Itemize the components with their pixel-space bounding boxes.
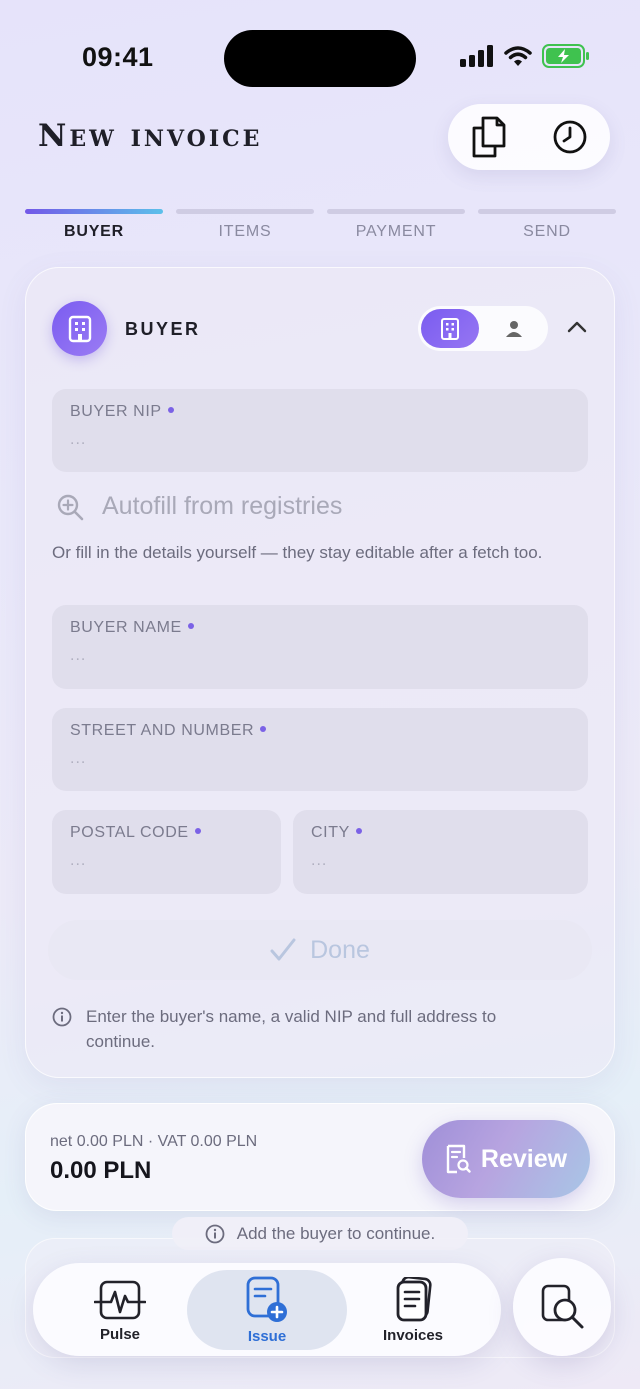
field-label: POSTAL CODE: [70, 824, 201, 842]
totals-breakdown: net 0.00 PLN · VAT 0.00 PLN: [50, 1133, 258, 1150]
city-field[interactable]: CITY ...: [293, 810, 588, 894]
street-field[interactable]: STREET AND NUMBER ...: [52, 708, 588, 791]
helper-text: Or fill in the details yourself — they s…: [52, 543, 543, 562]
required-dot: [167, 407, 174, 413]
step-bar: [176, 209, 314, 214]
history-button[interactable]: [545, 112, 595, 162]
header-actions: [448, 104, 610, 170]
tab-label: Issue: [247, 1327, 287, 1345]
buyer-badge: [52, 301, 107, 356]
step-label: BUYER: [63, 223, 124, 240]
step-send[interactable]: SEND: [478, 209, 616, 241]
company-option[interactable]: [421, 309, 479, 348]
search-button[interactable]: [513, 1258, 611, 1356]
check-icon: [270, 938, 296, 961]
step-label: SEND: [523, 223, 571, 240]
search-document-icon: [541, 1284, 584, 1329]
battery-icon: [542, 44, 589, 68]
required-dot: [355, 828, 362, 834]
step-bar: [478, 209, 616, 214]
tab-label: Pulse: [99, 1325, 141, 1343]
pulse-icon: [94, 1280, 146, 1319]
done-label: Done: [310, 935, 370, 964]
autofill-label: Autofill from registries: [102, 492, 343, 520]
step-payment[interactable]: PAYMENT: [327, 209, 465, 241]
totals-amount: 0.00 PLN: [50, 1157, 152, 1184]
step-buyer[interactable]: BUYER: [25, 209, 163, 241]
required-dot: [194, 828, 201, 834]
required-dot: [260, 726, 267, 732]
card-title: BUYER: [125, 319, 201, 339]
duplicate-button[interactable]: [464, 112, 514, 162]
status-icons: [460, 44, 590, 68]
required-dot: [187, 623, 194, 629]
document-plus-icon: [246, 1276, 287, 1322]
field-label: BUYER NIP: [70, 403, 174, 421]
field-placeholder: ...: [70, 852, 87, 869]
buyer-name-field[interactable]: BUYER NAME ...: [52, 605, 588, 689]
field-placeholder: ...: [70, 750, 87, 767]
tab-pulse[interactable]: Pulse: [45, 1270, 195, 1350]
step-bar: [327, 209, 465, 214]
receipt-search-icon: [446, 1144, 471, 1174]
person-option[interactable]: [485, 309, 543, 348]
tab-issue[interactable]: Issue: [187, 1270, 347, 1350]
field-placeholder: ...: [70, 431, 87, 448]
autofill-button[interactable]: Autofill from registries: [56, 492, 342, 521]
info-icon: [205, 1224, 225, 1243]
documents-icon: [396, 1276, 432, 1321]
field-placeholder: ...: [311, 852, 328, 869]
continue-hint: Add the buyer to continue.: [172, 1217, 468, 1250]
field-label: BUYER NAME: [70, 619, 194, 637]
dynamic-island: [224, 30, 416, 87]
search-plus-icon: [57, 494, 84, 520]
wifi-icon: [504, 46, 532, 66]
hint-text: Add the buyer to continue.: [236, 1223, 436, 1243]
field-label: CITY: [311, 824, 362, 842]
validation-info: Enter the buyer's name, a valid NIP and …: [52, 1004, 562, 1054]
done-button[interactable]: Done: [48, 920, 592, 980]
info-text: Enter the buyer's name, a valid NIP and …: [86, 1007, 497, 1051]
collapse-button[interactable]: [566, 318, 588, 341]
clock-icon: [553, 120, 586, 154]
chevron-up-icon: [567, 321, 587, 333]
person-icon: [506, 320, 522, 337]
field-placeholder: ...: [70, 647, 87, 664]
step-label: ITEMS: [218, 223, 272, 240]
page-title: New invoice: [38, 118, 263, 154]
signal-icon: [460, 45, 493, 67]
step-label: PAYMENT: [355, 223, 437, 240]
status-time: 09:41: [82, 42, 154, 72]
step-bar: [25, 209, 163, 214]
buyer-nip-field[interactable]: BUYER NIP ...: [52, 389, 588, 472]
copy-icon: [472, 116, 505, 158]
review-label: Review: [480, 1144, 568, 1173]
step-items[interactable]: ITEMS: [176, 209, 314, 241]
review-button[interactable]: Review: [422, 1120, 590, 1198]
building-icon: [441, 317, 459, 340]
tab-label: Invoices: [382, 1326, 444, 1344]
buyer-type-toggle: [418, 306, 548, 351]
field-label: STREET AND NUMBER: [70, 722, 267, 740]
postal-code-field[interactable]: POSTAL CODE ...: [52, 810, 281, 894]
building-icon: [68, 315, 91, 342]
info-icon: [52, 1007, 72, 1027]
tab-invoices[interactable]: Invoices: [338, 1270, 488, 1350]
